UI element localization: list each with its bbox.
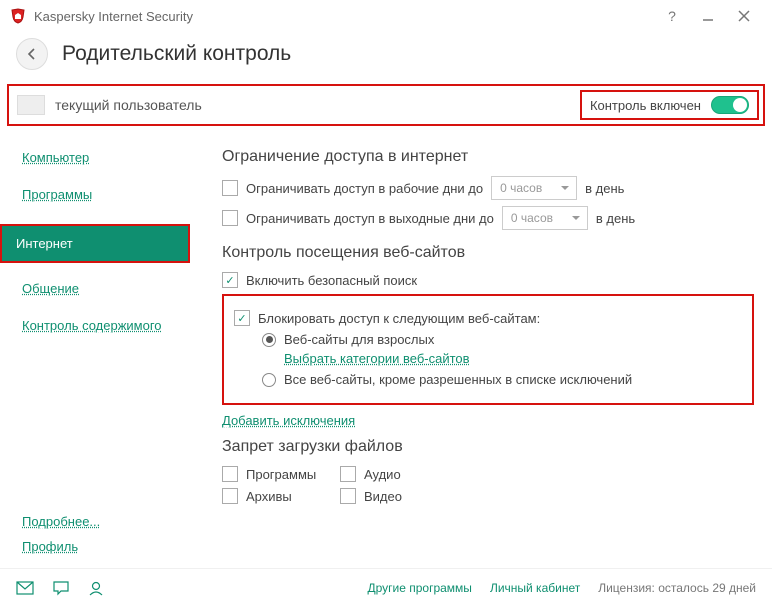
current-user-label: текущий пользователь — [55, 97, 580, 113]
link-add-exclusions[interactable]: Добавить исключения — [222, 413, 355, 428]
label-block-sites: Блокировать доступ к следующим веб-сайта… — [258, 311, 540, 326]
checkbox-block-video[interactable] — [340, 488, 356, 504]
checkbox-block-sites[interactable]: ✓ — [234, 310, 250, 326]
support-icon[interactable] — [88, 580, 104, 596]
radio-adult-sites[interactable] — [262, 333, 276, 347]
section-internet-access-title: Ограничение доступа в интернет — [222, 148, 754, 166]
footer: Другие программы Личный кабинет Лицензия… — [0, 568, 772, 606]
sidebar-more-link[interactable]: Подробнее... — [22, 514, 200, 529]
label-block-video: Видео — [364, 489, 402, 504]
section-websites-title: Контроль посещения веб-сайтов — [222, 244, 754, 262]
help-button[interactable]: ? — [654, 4, 690, 28]
minimize-button[interactable] — [690, 4, 726, 28]
label-block-audio: Аудио — [364, 467, 401, 482]
label-limit-weekends: Ограничивать доступ в выходные дни до — [246, 211, 494, 226]
label-limit-workdays: Ограничивать доступ в рабочие дни до — [246, 181, 483, 196]
user-avatar — [17, 95, 45, 115]
label-per-day-2: в день — [596, 211, 635, 226]
sidebar-item-computer[interactable]: Компьютер — [22, 150, 200, 165]
checkbox-limit-workdays[interactable] — [222, 180, 238, 196]
control-toggle[interactable] — [711, 96, 749, 114]
content: Ограничение доступа в интернет Ограничив… — [200, 136, 772, 568]
label-per-day-1: в день — [585, 181, 624, 196]
back-button[interactable] — [16, 38, 48, 70]
label-block-archives: Архивы — [246, 489, 332, 504]
header: Родительский контроль — [0, 32, 772, 84]
user-bar: текущий пользователь Контроль включен — [7, 84, 765, 126]
close-button[interactable] — [726, 4, 762, 28]
control-toggle-container: Контроль включен — [580, 90, 759, 120]
sidebar-profile-link[interactable]: Профиль — [22, 539, 200, 554]
sidebar-item-communication[interactable]: Общение — [22, 281, 200, 296]
label-block-programs: Программы — [246, 467, 332, 482]
label-safe-search: Включить безопасный поиск — [246, 273, 417, 288]
select-hours-workdays[interactable]: 0 часов — [491, 176, 577, 200]
label-adult-sites: Веб-сайты для взрослых — [284, 332, 434, 347]
select-hours-weekends[interactable]: 0 часов — [502, 206, 588, 230]
footer-link-account[interactable]: Личный кабинет — [490, 581, 580, 595]
footer-license: Лицензия: осталось 29 дней — [598, 581, 756, 595]
label-all-except: Все веб-сайты, кроме разрешенных в списк… — [284, 372, 632, 387]
titlebar: Kaspersky Internet Security ? — [0, 0, 772, 32]
footer-link-other-programs[interactable]: Другие программы — [367, 581, 471, 595]
radio-all-except[interactable] — [262, 373, 276, 387]
checkbox-limit-weekends[interactable] — [222, 210, 238, 226]
link-choose-categories[interactable]: Выбрать категории веб-сайтов — [284, 351, 470, 366]
checkbox-block-programs[interactable] — [222, 466, 238, 482]
section-downloads-title: Запрет загрузки файлов — [222, 438, 754, 456]
kaspersky-logo-icon — [10, 8, 26, 24]
block-sites-box: ✓ Блокировать доступ к следующим веб-сай… — [222, 294, 754, 405]
checkbox-block-audio[interactable] — [340, 466, 356, 482]
sidebar-item-programs[interactable]: Программы — [22, 187, 200, 202]
sidebar: Компьютер Программы Интернет Общение Кон… — [0, 136, 200, 568]
sidebar-item-content-control[interactable]: Контроль содержимого — [22, 318, 200, 333]
mail-icon[interactable] — [16, 581, 34, 595]
page-title: Родительский контроль — [62, 42, 291, 66]
control-toggle-label: Контроль включен — [590, 98, 701, 113]
app-title: Kaspersky Internet Security — [34, 9, 654, 24]
sidebar-item-internet[interactable]: Интернет — [0, 224, 190, 263]
checkbox-block-archives[interactable] — [222, 488, 238, 504]
chat-icon[interactable] — [52, 580, 70, 596]
checkbox-safe-search[interactable]: ✓ — [222, 272, 238, 288]
